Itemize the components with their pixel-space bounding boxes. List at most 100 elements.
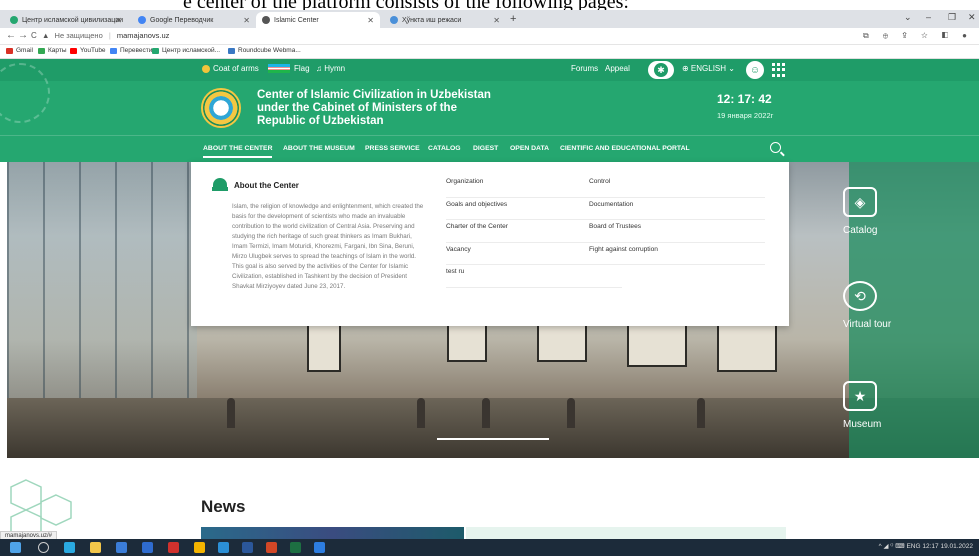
word-icon[interactable]	[242, 542, 253, 553]
menu-item-anti-corruption[interactable]: Fight against corruption	[589, 243, 765, 265]
menu-item-documentation[interactable]: Documentation	[589, 198, 765, 220]
browser-tab[interactable]: Ҳўнкта иш режаси ✕	[384, 12, 506, 28]
close-icon[interactable]: ✕	[243, 16, 250, 25]
minimize-icon[interactable]: –	[926, 12, 931, 22]
app-icon[interactable]	[290, 542, 301, 553]
user-icon[interactable]: ☺	[746, 61, 764, 79]
window-close-icon[interactable]: ✕	[968, 12, 976, 23]
emblem-logo[interactable]	[201, 88, 241, 128]
tab-favicon	[10, 16, 18, 24]
bookmark-label: YouTube	[80, 47, 106, 54]
side-link-label: Museum	[843, 419, 882, 430]
start-icon[interactable]	[10, 542, 21, 553]
tab-search-icon[interactable]: ⌄	[904, 12, 912, 23]
powerpoint-icon[interactable]	[266, 542, 277, 553]
news-heading: News	[201, 497, 246, 516]
organization-name[interactable]: Center of Islamic Civilization in Uzbeki…	[257, 89, 507, 128]
close-icon[interactable]: ✕	[493, 16, 500, 25]
browser-tab[interactable]: Центр исламской цивилизации ✕	[4, 12, 128, 28]
close-icon[interactable]: ✕	[367, 16, 374, 25]
reload-icon[interactable]: C	[31, 31, 37, 40]
calendar-icon[interactable]	[116, 542, 127, 553]
language-select[interactable]: ⊕ ENGLISH ⌄	[682, 64, 735, 73]
system-tray[interactable]: ^ ◢ ⁽⁾ ⌨ ENG 12:17 19.01.2022	[879, 542, 973, 550]
bookmark-roundcube[interactable]: Roundcube Webma...	[228, 47, 301, 54]
bookmark-label: Центр исламской...	[162, 47, 220, 54]
maximize-icon[interactable]: ❐	[948, 12, 956, 23]
search-icon[interactable]	[770, 142, 781, 153]
search-icon[interactable]	[38, 542, 49, 553]
tray-icons: ^ ◢ ⁽⁾ ⌨ ENG	[878, 543, 921, 550]
telegram-icon[interactable]	[218, 542, 229, 553]
screenshot: e center of the platform consists of the…	[0, 0, 979, 556]
flag-label: Flag	[294, 64, 310, 73]
news-card[interactable]	[466, 527, 786, 539]
browser-tab[interactable]: Google Переводчик ✕	[132, 12, 256, 28]
new-tab-button[interactable]: +	[510, 13, 516, 25]
appeal-link[interactable]: Appeal	[605, 64, 630, 73]
hero-floor	[7, 398, 979, 458]
app-icon[interactable]	[314, 542, 325, 553]
flag-icon	[268, 64, 290, 73]
bookmark-maps[interactable]: Карты	[38, 47, 67, 54]
news-image[interactable]	[201, 527, 464, 539]
browser-toolbar-icons[interactable]: ⧉ ⊕ ⇪ ☆ ◧ ●	[863, 31, 973, 41]
islamic-center-icon	[152, 47, 159, 54]
tab-title: Ҳўнкта иш режаси	[402, 16, 462, 24]
menu-item-control[interactable]: Control	[589, 175, 765, 198]
nav-open-data[interactable]: OPEN DATA	[510, 145, 549, 152]
site-top-nav: Coat of arms Flag ♫ Hymn Forums Appeal ✱…	[0, 59, 979, 81]
apps-grid-icon[interactable]	[772, 63, 786, 77]
nav-about-museum[interactable]: ABOUT THE MUSEUM	[283, 145, 355, 152]
nav-press-service[interactable]: PRESS SERVICE	[365, 145, 420, 152]
bookmark-label: Gmail	[16, 47, 33, 54]
hymn-link[interactable]: ♫ Hymn	[316, 64, 345, 73]
website: Coat of arms Flag ♫ Hymn Forums Appeal ✱…	[0, 59, 979, 459]
tab-title: Islamic Center	[274, 16, 319, 24]
side-link-virtual-tour[interactable]: ⟲ Virtual tour	[843, 281, 943, 330]
opera-icon[interactable]	[168, 542, 179, 553]
coat-of-arms-link[interactable]: Coat of arms	[202, 64, 259, 73]
flag-link[interactable]: Flag	[268, 64, 310, 73]
forward-icon[interactable]: →	[18, 30, 28, 41]
side-link-label: Virtual tour	[843, 319, 892, 330]
windows-taskbar: ^ ◢ ⁽⁾ ⌨ ENG 12:17 19.01.2022	[0, 539, 979, 556]
side-link-museum[interactable]: ★ Museum	[843, 381, 943, 430]
browser-tab-bar: Центр исламской цивилизации ✕ Google Пер…	[0, 10, 979, 28]
accessibility-button[interactable]: ✱	[648, 61, 674, 79]
layers-icon: ◈	[843, 187, 877, 217]
menu-item-test-ru[interactable]: test ru	[446, 265, 622, 288]
url-field[interactable]: ▲ Не защищено | mamajanovs.uz	[42, 31, 169, 40]
bookmark-translate[interactable]: Перевести	[110, 47, 152, 54]
nav-about-center[interactable]: ABOUT THE CENTER	[203, 145, 273, 158]
nav-scientific-portal[interactable]: CIENTIFIC AND EDUCATIONAL PORTAL	[560, 145, 690, 152]
slider-indicator[interactable]	[437, 438, 549, 440]
hero-person	[697, 398, 705, 428]
accessibility-icon: ✱	[654, 63, 668, 77]
menu-item-board-of-trustees[interactable]: Board of Trustees	[589, 220, 765, 243]
back-icon[interactable]: ←	[6, 30, 16, 41]
forums-link[interactable]: Forums	[571, 64, 598, 73]
bookmark-islamic-center[interactable]: Центр исламской...	[152, 47, 220, 54]
edge-icon[interactable]	[64, 542, 75, 553]
nav-digest[interactable]: DIGEST	[473, 145, 498, 152]
chrome-icon[interactable]	[194, 542, 205, 553]
bookmark-youtube[interactable]: YouTube	[70, 47, 106, 54]
tab-favicon	[390, 16, 398, 24]
url-separator: |	[108, 31, 111, 40]
nav-catalog[interactable]: CATALOG	[428, 145, 461, 152]
browser-tab-active[interactable]: Islamic Center ✕	[256, 12, 380, 28]
close-icon[interactable]: ✕	[115, 16, 122, 25]
not-secure-label: Не защищено	[54, 31, 103, 40]
warning-icon: ▲	[42, 31, 50, 40]
bookmark-gmail[interactable]: Gmail	[6, 47, 33, 54]
roundcube-icon	[228, 47, 235, 54]
mail-icon[interactable]	[142, 542, 153, 553]
virtual-tour-icon: ⟲	[843, 281, 877, 311]
url-host: mamajanovs.uz	[116, 31, 170, 40]
side-link-catalog[interactable]: ◈ Catalog	[843, 187, 943, 236]
explorer-icon[interactable]	[90, 542, 101, 553]
tray-clock-time: 12:17	[922, 543, 939, 550]
about-dropdown-menu: About the Center Islam, the religion of …	[191, 162, 789, 326]
about-center-title[interactable]: About the Center	[234, 181, 299, 190]
